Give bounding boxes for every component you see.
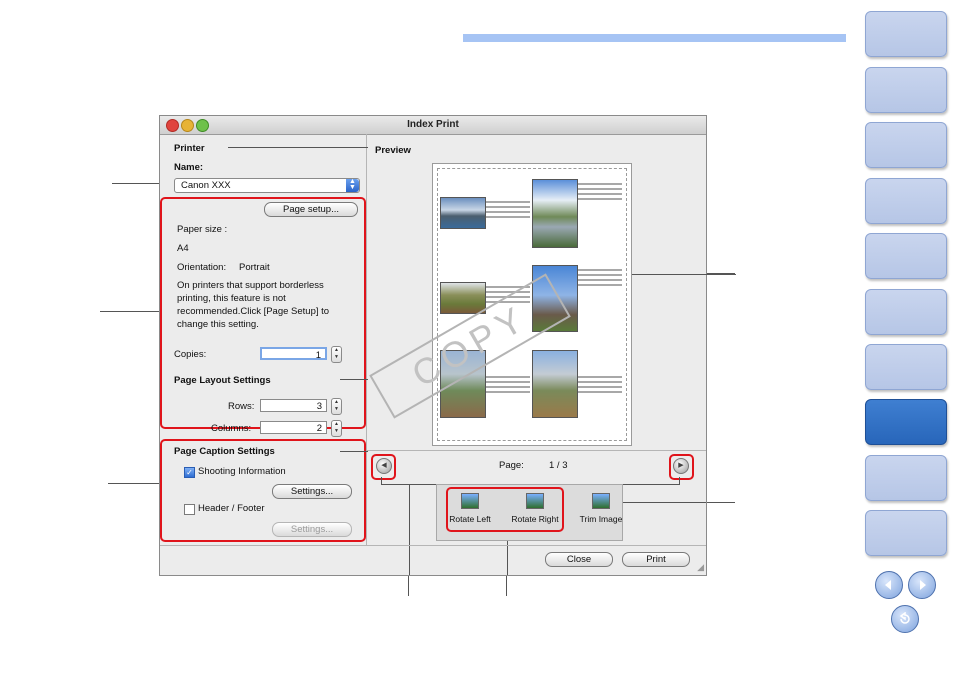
rows-field[interactable]: 3 <box>260 399 327 412</box>
print-button[interactable]: Print <box>622 552 690 567</box>
orientation-label: Orientation: <box>177 262 227 273</box>
columns-stepper[interactable]: ▲ ▼ <box>331 420 342 437</box>
nav-tab-8-active[interactable] <box>865 399 947 445</box>
thumbnail-caption <box>486 201 530 221</box>
rotate-right-icon <box>526 493 544 509</box>
thumbnail-caption <box>578 376 622 396</box>
copies-stepper[interactable]: ▲ ▼ <box>331 346 342 363</box>
header-footer-label: Header / Footer <box>198 503 265 514</box>
printer-select[interactable]: Canon XXX ▲ ▼ <box>174 178 360 193</box>
nav-tab-10[interactable] <box>865 510 947 556</box>
callout-line <box>506 574 507 596</box>
callout-line <box>228 147 368 148</box>
nav-tab-7[interactable] <box>865 344 947 390</box>
nav-tab-4[interactable] <box>865 178 947 224</box>
select-arrows-icon: ▲ ▼ <box>346 178 359 192</box>
rotate-right-label: Rotate Right <box>511 514 559 524</box>
copies-field[interactable]: 1 <box>260 347 327 361</box>
shooting-info-label: Shooting Information <box>198 466 286 477</box>
next-page-icon[interactable] <box>908 571 936 599</box>
page-value: 1 / 3 <box>549 460 568 471</box>
rotate-left-label: Rotate Left <box>449 514 491 524</box>
window-title: Index Print <box>407 119 459 130</box>
thumbnail-caption <box>486 376 530 396</box>
borderless-note-line: change this setting. <box>177 319 259 330</box>
title-bar[interactable]: Index Print <box>160 116 706 135</box>
rows-label: Rows: <box>228 401 255 412</box>
shooting-settings-button[interactable]: Settings... <box>272 484 352 499</box>
preview-next-icon[interactable]: ▶ <box>673 458 689 474</box>
callout-line <box>108 483 160 484</box>
rotate-left-button[interactable]: Rotate Left <box>448 493 492 524</box>
pane-divider <box>366 134 367 545</box>
borderless-note-line: printing, this feature is not <box>177 293 286 304</box>
return-icon[interactable] <box>891 605 919 633</box>
copies-label: Copies: <box>174 349 207 360</box>
thumbnail-caption <box>578 269 622 289</box>
paper-size-value: A4 <box>177 243 189 254</box>
nav-tab-2[interactable] <box>865 67 947 113</box>
printer-section-label: Printer <box>174 143 205 154</box>
preview-prev-icon[interactable]: ◀ <box>376 458 392 474</box>
rows-stepper[interactable]: ▲ ▼ <box>331 398 342 415</box>
nav-tab-9[interactable] <box>865 455 947 501</box>
trim-image-label: Trim Image <box>579 514 623 524</box>
printer-selected-value: Canon XXX <box>181 180 231 191</box>
thumbnail-image <box>440 282 486 314</box>
trim-image-button[interactable]: Trim Image <box>577 493 625 524</box>
orientation-value: Portrait <box>239 262 270 273</box>
trim-image-icon <box>592 493 610 509</box>
rotate-right-button[interactable]: Rotate Right <box>510 493 560 524</box>
thumbnail-image <box>532 179 578 248</box>
page-setup-button[interactable]: Page setup... <box>264 202 358 217</box>
printer-name-label: Name: <box>174 162 204 173</box>
thumbnail-caption <box>578 183 622 203</box>
header-footer-checkbox[interactable] <box>184 504 195 515</box>
index-print-window: Index Print Printer Name: Canon XXX ▲ ▼ P… <box>159 115 736 576</box>
borderless-note-line: On printers that support borderless <box>177 280 324 291</box>
callout-line <box>100 311 160 312</box>
prev-page-icon[interactable] <box>875 571 903 599</box>
page-label: Page: <box>499 460 524 471</box>
callout-line <box>340 451 368 452</box>
nav-tab-5[interactable] <box>865 233 947 279</box>
page-caption-section-label: Page Caption Settings <box>174 446 275 457</box>
preview-divider <box>367 450 706 451</box>
footer-divider <box>160 545 706 546</box>
nav-tab-3[interactable] <box>865 122 947 168</box>
callout-line <box>705 502 735 503</box>
paper-size-label: Paper size : <box>177 224 228 235</box>
callout-line <box>408 574 409 596</box>
nav-tab-6[interactable] <box>865 289 947 335</box>
page-layout-section-label: Page Layout Settings <box>174 375 271 386</box>
callout-line <box>340 379 368 380</box>
thumbnail-image <box>532 350 578 418</box>
resize-grip-icon[interactable]: ◢ <box>697 562 704 573</box>
rotate-left-icon <box>461 493 479 509</box>
borderless-note-line: recommended.Click [Page Setup] to <box>177 306 330 317</box>
columns-field[interactable]: 2 <box>260 421 327 434</box>
preview-label: Preview <box>375 145 411 156</box>
close-button[interactable]: Close <box>545 552 613 567</box>
header-settings-button[interactable]: Settings... <box>272 522 352 537</box>
columns-label: Columns: <box>211 423 252 434</box>
nav-tab-1[interactable] <box>865 11 947 57</box>
accent-bar <box>463 34 846 42</box>
callout-line <box>409 485 410 575</box>
thumbnail-image <box>440 197 486 229</box>
shooting-info-checkbox[interactable]: ✓ <box>184 467 195 478</box>
